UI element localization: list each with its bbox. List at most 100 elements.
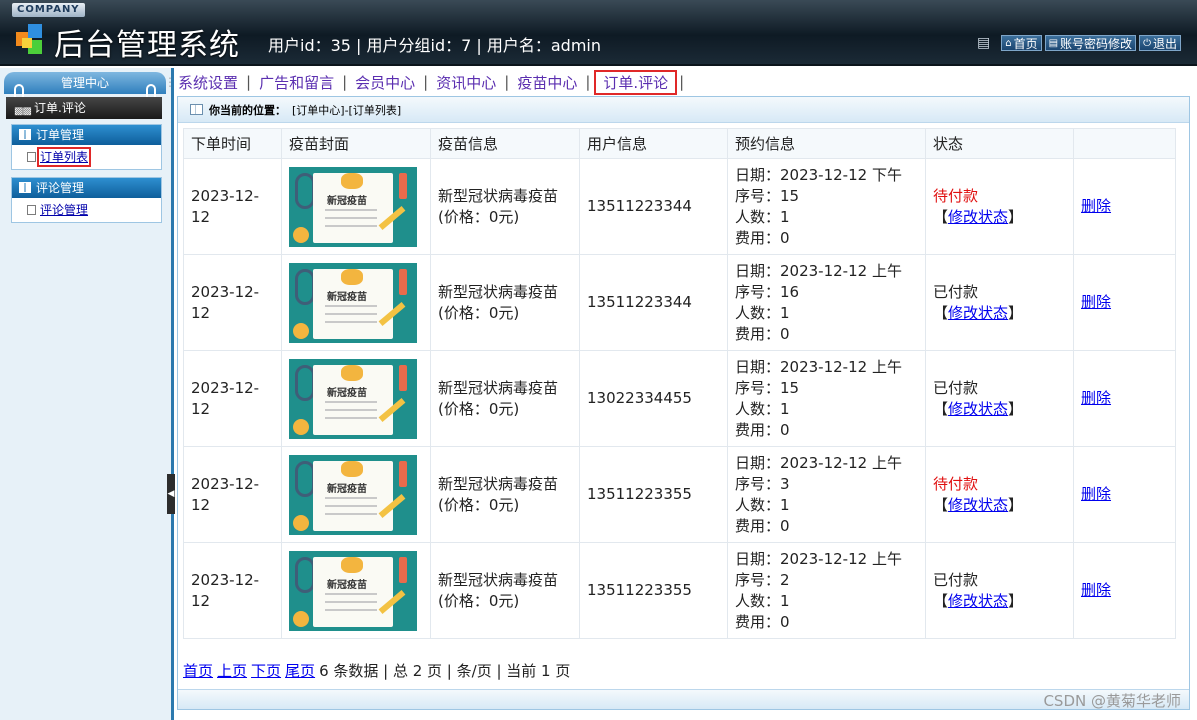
appointment-date: 日期：2023-12-12 上午 [735, 549, 902, 568]
cell-user-info: 13511223355 [579, 446, 728, 543]
change-password-label: 账号密码修改 [1060, 36, 1133, 51]
pin-icon [14, 84, 24, 98]
pager-last[interactable]: 尾页 [285, 662, 315, 680]
pagination: 首页 上页 下页 尾页 6 条数据 | 总 2 页 | 条/页 | 当前 1 页 [183, 660, 570, 681]
tab-member-center[interactable]: 会员中心 [347, 72, 423, 93]
cover-line [325, 216, 377, 219]
appointment-fee: 费用：0 [735, 612, 790, 631]
cover-line [325, 320, 377, 323]
modify-status-link[interactable]: 修改状态 [948, 400, 1008, 418]
menu-group-comments-header[interactable]: 评论管理 [12, 178, 161, 198]
sidebar-item-order-list[interactable]: 订单列表 [12, 145, 161, 169]
pager-prev[interactable]: 上页 [217, 662, 247, 680]
pin-icon [146, 84, 156, 98]
logout-label: 退出 [1152, 36, 1177, 51]
cover-decoration [341, 364, 363, 381]
cell-vaccine-info: 新型冠状病毒疫苗 (价格：0元) [430, 446, 580, 543]
cover-decoration [293, 418, 309, 435]
sidebar-item-label[interactable]: 订单列表 [36, 147, 92, 167]
table-row: 2023-12- 12 新冠疫苗 新型冠状病毒疫苗 (价格：0元) 13511223344… [183, 158, 1176, 255]
home-link[interactable]: ⌂ 首页 [1001, 35, 1042, 51]
menu-group-title: 订单管理 [36, 128, 85, 142]
book-icon [19, 182, 31, 193]
sidebar-item-label[interactable]: 评论管理 [40, 203, 88, 217]
cell-vaccine-info: 新型冠状病毒疫苗 (价格：0元) [430, 542, 580, 639]
vaccine-name: 新型冠状病毒疫苗 [438, 570, 559, 589]
cover-decoration [341, 268, 363, 285]
cell-actions: 删除 [1073, 350, 1176, 447]
sidebar-collapse-handle[interactable]: ◀ [167, 474, 175, 514]
cover-decoration [293, 226, 309, 243]
orders-table: 下单时间 疫苗封面 疫苗信息 用户信息 预约信息 状态 2023-12- 12 新冠… [183, 128, 1176, 639]
tab-orders-comments[interactable]: 订单.评论 [594, 69, 678, 95]
cell-vaccine-cover: 新冠疫苗 [281, 254, 431, 351]
modify-status-link[interactable]: 修改状态 [948, 496, 1008, 514]
breadcrumb-icon [190, 104, 203, 115]
tab-system-settings[interactable]: 系统设置 [178, 72, 246, 93]
delete-link[interactable]: 删除 [1081, 581, 1111, 599]
vaccine-name: 新型冠状病毒疫苗 [438, 282, 559, 301]
modify-status-wrap: 【修改状态】 [933, 303, 1024, 322]
home-icon: ⌂ [1005, 37, 1012, 49]
order-time-line: 2023-12- [191, 186, 260, 205]
appointment-seq: 序号：3 [735, 474, 790, 493]
col-actions [1073, 128, 1176, 159]
change-password-link[interactable]: ▤ 账号密码修改 [1044, 35, 1137, 51]
tab-vaccine-center[interactable]: 疫苗中心 [509, 72, 585, 93]
delete-link[interactable]: 删除 [1081, 389, 1111, 407]
modify-status-link[interactable]: 修改状态 [948, 304, 1008, 322]
order-time-line: 2023-12- [191, 282, 260, 301]
vaccine-name: 新型冠状病毒疫苗 [438, 186, 559, 205]
system-title: 后台管理系统 [54, 28, 240, 63]
col-user-info: 用户信息 [579, 128, 728, 159]
appointment-date: 日期：2023-12-12 上午 [735, 453, 902, 472]
appointment-people: 人数：1 [735, 591, 790, 610]
cell-actions: 删除 [1073, 254, 1176, 351]
order-time-line: 12 [191, 207, 211, 226]
user-phone: 13511223344 [587, 293, 692, 311]
cover-line [325, 208, 377, 211]
pager-first[interactable]: 首页 [183, 662, 213, 680]
vial-icon [399, 556, 407, 583]
appointment-date: 日期：2023-12-12 下午 [735, 165, 902, 184]
pager-next[interactable]: 下页 [251, 662, 281, 680]
cell-status: 待付款 【修改状态】 [925, 446, 1074, 543]
cell-order-time: 2023-12- 12 [183, 350, 282, 447]
pager-summary: 6 条数据 | 总 2 页 | 条/页 | 当前 1 页 [319, 662, 571, 680]
col-appointment-info: 预约信息 [727, 128, 926, 159]
cell-vaccine-info: 新型冠状病毒疫苗 (价格：0元) [430, 158, 580, 255]
order-time-line: 2023-12- [191, 378, 260, 397]
status-badge: 已付款 [933, 378, 979, 397]
modify-status-wrap: 【修改状态】 [933, 495, 1024, 514]
menu-group-orders: 订单管理 订单列表 [11, 124, 162, 170]
sidebar-item-comment-manage[interactable]: 评论管理 [12, 198, 161, 222]
cover-decoration [293, 610, 309, 627]
delete-link[interactable]: 删除 [1081, 485, 1111, 503]
cell-appointment-info: 日期：2023-12-12 下午 序号：15 人数：1 费用：0 [727, 158, 926, 255]
sidebar-heading: 管理中心 [4, 72, 166, 98]
cell-order-time: 2023-12- 12 [183, 158, 282, 255]
logout-link[interactable]: ⏻ 退出 [1139, 35, 1181, 51]
stethoscope-icon [295, 268, 315, 305]
breadcrumb-label: 你当前的位置： [209, 103, 286, 117]
modify-status-wrap: 【修改状态】 [933, 399, 1024, 418]
cell-appointment-info: 日期：2023-12-12 上午 序号：3 人数：1 费用：0 [727, 446, 926, 543]
col-order-time: 下单时间 [183, 128, 282, 159]
cover-line [325, 600, 377, 603]
top-links: ▤ ⌂ 首页 ▤ 账号密码修改 ⏻ 退出 [977, 35, 1181, 51]
modify-status-link[interactable]: 修改状态 [948, 592, 1008, 610]
cover-line [325, 304, 377, 307]
document-icon [27, 205, 36, 215]
vial-icon [399, 268, 407, 295]
appointment-people: 人数：1 [735, 399, 790, 418]
delete-link[interactable]: 删除 [1081, 293, 1111, 311]
table-row: 2023-12- 12 新冠疫苗 新型冠状病毒疫苗 (价格：0元) 13511223344… [183, 254, 1176, 351]
menu-group-orders-header[interactable]: 订单管理 [12, 125, 161, 145]
delete-link[interactable]: 删除 [1081, 197, 1111, 215]
table-row: 2023-12- 12 新冠疫苗 新型冠状病毒疫苗 (价格：0元) 13511223355… [183, 446, 1176, 543]
appointment-date: 日期：2023-12-12 上午 [735, 357, 902, 376]
menu-group-comments: 评论管理 评论管理 [11, 177, 162, 223]
modify-status-link[interactable]: 修改状态 [948, 208, 1008, 226]
tab-news-center[interactable]: 资讯中心 [428, 72, 504, 93]
tab-ads-messages[interactable]: 广告和留言 [251, 72, 342, 93]
